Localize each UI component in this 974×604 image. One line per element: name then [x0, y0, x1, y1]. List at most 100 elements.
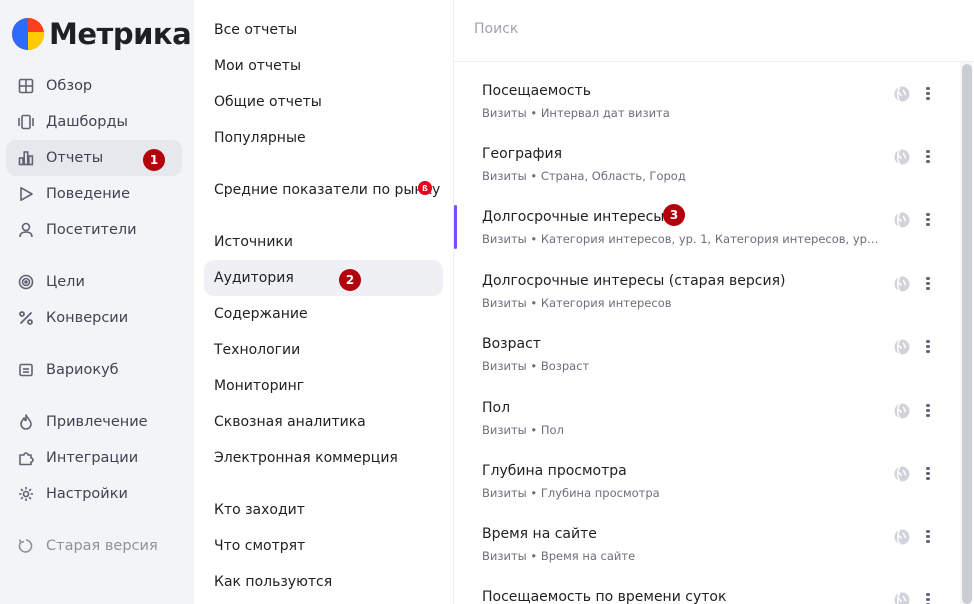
nav-item-reports[interactable]: Отчеты 1: [6, 140, 182, 176]
globe-icon[interactable]: [894, 339, 910, 355]
nav-item-old-version[interactable]: Старая версия: [6, 528, 182, 564]
category-content[interactable]: Содержание: [204, 296, 443, 332]
reports-list-panel: Поиск Посещаемость Визиты • Интервал дат…: [454, 0, 974, 604]
report-row-active[interactable]: Долгосрочные интересы 3 Визиты • Категор…: [454, 201, 959, 264]
category-market-averages[interactable]: Средние показатели по рынку: [204, 172, 443, 208]
nav-item-label: Настройки: [46, 486, 128, 502]
category-sources[interactable]: Источники: [204, 224, 443, 260]
nav-item-variocube[interactable]: Вариокуб: [6, 352, 182, 388]
nav-item-label: Привлечение: [46, 414, 148, 430]
nav-item-conversions[interactable]: Конверсии: [6, 300, 182, 336]
category-ecommerce[interactable]: Электронная коммерция: [204, 440, 443, 476]
report-title: Долгосрочные интересы: [482, 209, 665, 225]
category-label: Средние показатели по рынку: [214, 182, 441, 198]
nav-item-goals[interactable]: Цели: [6, 264, 182, 300]
more-options-icon[interactable]: [924, 275, 932, 293]
globe-icon[interactable]: [894, 529, 910, 545]
grid-icon: [18, 78, 34, 94]
nav-item-label: Вариокуб: [46, 362, 119, 378]
report-title: Пол: [482, 400, 511, 416]
report-categories-panel: Все отчеты Мои отчеты Общие отчеты Попул…: [194, 0, 454, 604]
beta-badge: ß: [418, 181, 432, 195]
category-monitoring[interactable]: Мониторинг: [204, 368, 443, 404]
category-my-reports[interactable]: Мои отчеты: [204, 48, 443, 84]
play-icon: [20, 187, 33, 201]
globe-icon[interactable]: [894, 592, 910, 604]
metrika-logo-icon: [12, 18, 44, 50]
puzzle-icon: [19, 452, 34, 466]
report-subtitle: Визиты • Категория интересов, ур. 1, Кат…: [482, 232, 882, 246]
report-row[interactable]: Долгосрочные интересы (старая версия) Ви…: [454, 265, 959, 328]
category-how-they-use[interactable]: Как пользуются: [204, 564, 443, 600]
nav-item-label: Отчеты: [46, 150, 104, 166]
category-who-visits[interactable]: Кто заходит: [204, 492, 443, 528]
report-subtitle: Визиты • Время на сайте: [482, 549, 636, 563]
step-badge-2: 2: [339, 269, 361, 291]
nav-item-acquisition[interactable]: Привлечение: [6, 404, 182, 440]
report-row[interactable]: Посещаемость по времени суток: [454, 581, 959, 604]
report-row[interactable]: Пол Визиты • Пол: [454, 392, 959, 455]
report-row[interactable]: Возраст Визиты • Возраст: [454, 328, 959, 391]
category-end-to-end-analytics[interactable]: Сквозная аналитика: [204, 404, 443, 440]
logo-text: Метрика: [49, 17, 192, 51]
report-subtitle: Визиты • Страна, Область, Город: [482, 169, 686, 183]
gear-icon: [19, 487, 33, 501]
more-options-icon[interactable]: [924, 85, 932, 103]
nav-item-settings[interactable]: Настройки: [6, 476, 182, 512]
category-popular[interactable]: Популярные: [204, 120, 443, 156]
category-all-reports[interactable]: Все отчеты: [204, 12, 443, 48]
globe-icon[interactable]: [894, 403, 910, 419]
dashboard-icon: [18, 114, 34, 130]
percent-icon: [19, 311, 33, 325]
category-what-they-view[interactable]: Что смотрят: [204, 528, 443, 564]
report-row[interactable]: Время на сайте Визиты • Время на сайте: [454, 518, 959, 581]
search-input[interactable]: Поиск: [474, 21, 518, 37]
category-technologies[interactable]: Технологии: [204, 332, 443, 368]
more-options-icon[interactable]: [924, 591, 932, 604]
more-options-icon[interactable]: [924, 528, 932, 546]
active-indicator: [454, 205, 457, 249]
metrika-logo[interactable]: Метрика: [12, 17, 192, 51]
report-title: Посещаемость: [482, 83, 592, 99]
nav-item-label: Конверсии: [46, 310, 129, 326]
step-badge-1: 1: [143, 149, 165, 171]
more-options-icon[interactable]: [924, 148, 932, 166]
category-audience[interactable]: Аудитория: [204, 260, 443, 296]
more-options-icon[interactable]: [924, 465, 932, 483]
person-icon: [19, 222, 33, 238]
nav-item-label: Поведение: [46, 186, 131, 202]
globe-icon[interactable]: [894, 466, 910, 482]
report-row[interactable]: Глубина просмотра Визиты • Глубина просм…: [454, 455, 959, 518]
more-options-icon[interactable]: [924, 402, 932, 420]
report-subtitle: Визиты • Категория интересов: [482, 296, 672, 310]
report-row[interactable]: Посещаемость Визиты • Интервал дат визит…: [454, 75, 959, 138]
nav-item-behavior[interactable]: Поведение: [6, 176, 182, 212]
bar-chart-icon: [18, 151, 34, 166]
report-row[interactable]: География Визиты • Страна, Область, Горо…: [454, 138, 959, 201]
more-options-icon[interactable]: [924, 338, 932, 356]
globe-icon[interactable]: [894, 212, 910, 228]
nav-item-overview[interactable]: Обзор: [6, 68, 182, 104]
nav-item-label: Обзор: [46, 78, 93, 94]
scrollbar-thumb[interactable]: [962, 64, 972, 604]
cube-icon: [19, 363, 33, 377]
nav-item-integrations[interactable]: Интеграции: [6, 440, 182, 476]
report-title: География: [482, 146, 563, 162]
globe-icon[interactable]: [894, 86, 910, 102]
step-badge-3: 3: [663, 204, 685, 226]
target-icon: [18, 274, 34, 290]
globe-icon[interactable]: [894, 149, 910, 165]
report-subtitle: Визиты • Возраст: [482, 359, 590, 373]
category-shared-reports[interactable]: Общие отчеты: [204, 84, 443, 120]
report-title: Посещаемость по времени суток: [482, 589, 727, 604]
nav-item-label: Посетители: [46, 222, 137, 238]
nav-item-dashboards[interactable]: Дашборды: [6, 104, 182, 140]
report-subtitle: Визиты • Пол: [482, 423, 564, 437]
nav-item-visitors[interactable]: Посетители: [6, 212, 182, 248]
category-label: Аудитория: [214, 270, 294, 286]
divider: [454, 61, 974, 62]
more-options-icon[interactable]: [924, 211, 932, 229]
nav-item-label: Дашборды: [46, 114, 128, 130]
undo-icon: [18, 539, 33, 553]
globe-icon[interactable]: [894, 276, 910, 292]
